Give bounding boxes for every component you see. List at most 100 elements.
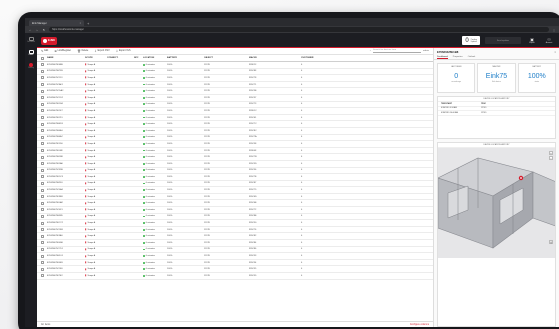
tab-properties[interactable]: Properties: [453, 56, 463, 58]
table-row[interactable]: E70620425D0A2 ▮ Scope A 0 minutes 100% 12749 3…: [37, 200, 433, 208]
table-row[interactable]: E70620425D1B4 ▮ Scope A 0 minutes 100% 12749 3…: [37, 102, 433, 109]
row-checkbox[interactable]: [37, 63, 47, 67]
new-tab-icon[interactable]: +: [87, 21, 89, 26]
row-checkbox[interactable]: [37, 162, 47, 166]
close-icon[interactable]: ×: [80, 22, 81, 25]
compass-icon[interactable]: ◎: [549, 239, 553, 244]
table-row[interactable]: E70620425D219 ▮ Scope A 0 minutes 100% 12749 3…: [37, 115, 433, 122]
table-row[interactable]: E70620425E4A7 ▮ Scope A 0 minutes 100% 12749 3…: [37, 135, 433, 142]
url-input[interactable]: https://localhost/eink-manager: [49, 27, 549, 32]
row-checkbox[interactable]: [37, 116, 47, 120]
column-header-name[interactable]: NAME: [47, 57, 85, 59]
column-header-battery[interactable]: BATTERY: [167, 57, 204, 59]
menu-icon[interactable]: ⋮: [552, 28, 556, 32]
select-all-checkbox[interactable]: [37, 56, 47, 60]
floor-map[interactable]: + − ◎: [438, 147, 555, 258]
table-row[interactable]: E70620425D9C3 ▮ Scope A 0 minutes 100% 12749 3…: [37, 174, 433, 181]
table-row[interactable]: E70620425F5A9 ▮ Scope A 0 minutes 100% 12749 3…: [37, 233, 433, 241]
row-checkbox[interactable]: [37, 142, 47, 146]
delete-button[interactable]: 🗑 Delete: [77, 49, 88, 53]
table-row[interactable]: E70620425C113 ▮ Scope A 0 minutes 100% 12749 3…: [37, 75, 433, 82]
table-row[interactable]: E70620425D3A0 ▮ Scope A 0 minutes 100% 12749 3…: [37, 161, 433, 168]
table-row[interactable]: E70620425C6A4 ▮ Scope A 0 minutes 100% 12749 3…: [37, 187, 433, 194]
table-row[interactable]: E70620425C7D1 ▮ Scope A 0 minutes 100% 12749 3…: [37, 247, 433, 254]
column-header-scope[interactable]: SCOPE: [85, 57, 107, 59]
row-checkbox[interactable]: [37, 89, 47, 93]
row-checkbox[interactable]: [37, 188, 47, 192]
row-checkbox[interactable]: [37, 214, 47, 218]
row-checkbox[interactable]: [37, 69, 47, 73]
reload-icon[interactable]: ↻: [42, 28, 46, 32]
brand-logo[interactable]: E-INK: [41, 36, 57, 45]
close-icon[interactable]: ×: [554, 50, 556, 54]
row-checkbox[interactable]: [37, 168, 47, 172]
table-row[interactable]: E70620425F1D0 ▮ Scope A 0 minutes 100% 12749 3…: [37, 141, 433, 148]
table-row[interactable]: E70620425E6D3 ▮ Scope A 0 minutes 100% 12749 3…: [37, 121, 433, 128]
column-header-mac[interactable]: MAC/ID: [249, 57, 301, 59]
row-checkbox[interactable]: [37, 201, 47, 205]
configure-columns-link[interactable]: Configure columns: [410, 324, 429, 326]
table-row[interactable]: E70620425F0BE ▮ Scope A 0 minutes 100% 12749 3…: [37, 62, 433, 69]
row-checkbox[interactable]: [37, 241, 47, 245]
export-csv-button[interactable]: ⇩ Export CSV: [94, 49, 109, 53]
row-checkbox[interactable]: [37, 175, 47, 179]
search-input[interactable]: Search for devices here: [373, 49, 422, 53]
row-checkbox[interactable]: [37, 228, 47, 232]
row-checkbox[interactable]: [37, 254, 47, 258]
edit-button[interactable]: ✎ Edit: [41, 49, 48, 53]
export-xls-button[interactable]: ⇩ Export XLS: [116, 49, 131, 53]
table-row[interactable]: E70620425CDAC ▮ Scope A 0 minutes 100% 12749 3…: [37, 88, 433, 95]
table-row[interactable]: E70620425F7E2 ▮ Scope A 0 minutes 100% 12749 3…: [37, 273, 433, 280]
table-row[interactable]: E70620425D4B6 ▮ Scope A 0 minutes 100% 12749 3…: [37, 240, 433, 247]
table-row[interactable]: E70620425E9B5 ▮ Scope A 0 minutes 100% 12749 3…: [37, 214, 433, 221]
column-header-connect[interactable]: CONNECT.: [107, 57, 134, 59]
table-row[interactable]: E70620425E7FE ▮ Scope A 0 minutes 100% 12749 3…: [37, 69, 433, 76]
table-row[interactable]: E70620425CAF1 ▮ Scope A 0 minutes 100% 12749 3…: [37, 82, 433, 89]
tab-dashboard[interactable]: Dashboard: [437, 56, 448, 59]
link-register-button[interactable]: ⊕ Link/Register: [54, 49, 71, 53]
sidebar-item-labels[interactable]: Labels: [28, 50, 35, 57]
row-checkbox[interactable]: [37, 135, 47, 139]
row-checkbox[interactable]: [37, 221, 47, 225]
row-checkbox[interactable]: [37, 181, 47, 185]
table-row[interactable]: E70620425C4F1 ▮ Scope A 0 minutes 100% 12749 3…: [37, 207, 433, 214]
table-row[interactable]: E70620425C9F0 ▮ Scope A 0 minutes 100% 12749 3…: [37, 266, 433, 273]
export-button[interactable]: ▣ Export: [526, 37, 538, 44]
row-checkbox[interactable]: [37, 83, 47, 87]
table-row[interactable]: E70620425D7C2 ▮ Scope A 0 minutes 100% 12749 3…: [37, 220, 433, 227]
row-checkbox[interactable]: [37, 267, 47, 271]
row-checkbox[interactable]: [37, 96, 47, 100]
row-checkbox[interactable]: [37, 208, 47, 212]
tab-outlook[interactable]: Outlook: [468, 56, 476, 58]
back-icon[interactable]: ‹: [28, 28, 32, 32]
column-header-nfc[interactable]: NFC: [134, 57, 143, 59]
row-checkbox[interactable]: [37, 122, 47, 126]
browser-tab[interactable]: Eink Manager ×: [29, 20, 84, 26]
current-user[interactable]: admin: [423, 50, 429, 52]
table-row[interactable]: E70620425E1B8 ▮ Scope A 0 minutes 100% 12749 3…: [37, 154, 433, 161]
table-row[interactable]: E70620425E5C4 ▮ Scope A 0 minutes 100% 12749 3…: [37, 253, 433, 260]
table-row[interactable]: E70620425C2E8 ▮ Scope A 0 minutes 100% 12749 3…: [37, 227, 433, 234]
forward-icon[interactable]: ›: [35, 28, 39, 32]
row-checkbox[interactable]: [37, 195, 47, 199]
sidebar-item-dashboard[interactable]: Dashboard: [27, 37, 35, 44]
row-checkbox[interactable]: [37, 234, 47, 238]
table-row[interactable]: E70620425D08F ▮ Scope A 0 minutes 100% 12749 3…: [37, 148, 433, 155]
zoom-out-icon[interactable]: −: [549, 155, 553, 160]
zoom-in-icon[interactable]: +: [549, 150, 553, 155]
row-checkbox[interactable]: [37, 129, 47, 133]
table-row[interactable]: E70620425F3B8 ▮ Scope A 0 minutes 100% 12749 3…: [37, 194, 433, 201]
column-header-location[interactable]: LOCATION: [143, 57, 167, 59]
table-row[interactable]: E70620425E0A1 ▮ Scope A 0 minutes 100% 12749 3…: [37, 128, 433, 135]
row-checkbox[interactable]: [37, 261, 47, 265]
row-checkbox[interactable]: [37, 274, 47, 278]
row-checkbox[interactable]: [37, 247, 47, 251]
table-row[interactable]: E70620425E2F0 ▮ Scope A 0 minutes 100% 12749 3…: [37, 181, 433, 188]
column-header-object[interactable]: OBJECT: [204, 57, 249, 59]
row-checkbox[interactable]: [37, 109, 47, 113]
row-checkbox[interactable]: [37, 155, 47, 159]
row-checkbox[interactable]: [37, 102, 47, 106]
row-checkbox[interactable]: [37, 76, 47, 80]
table-row[interactable]: E70620425D5F7 ▮ Scope A 0 minutes 100% 12749 3…: [37, 108, 433, 115]
table-row[interactable]: E70620425C89E ▮ Scope A 0 minutes 100% 12749 3…: [37, 168, 433, 175]
